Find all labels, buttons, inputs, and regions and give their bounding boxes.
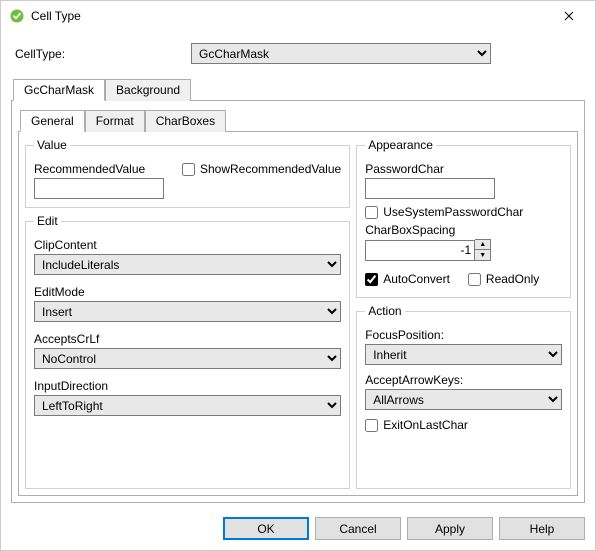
inputdirection-label: InputDirection: [34, 379, 341, 393]
tab-format[interactable]: Format: [85, 110, 145, 132]
autoconvert-label: AutoConvert: [383, 272, 450, 286]
close-button[interactable]: [551, 2, 587, 30]
tab-general[interactable]: General: [20, 110, 85, 132]
tab-gccharmask[interactable]: GcCharMask: [13, 79, 105, 101]
focusposition-label: FocusPosition:: [365, 328, 562, 342]
recommended-value-input[interactable]: [34, 178, 164, 199]
edit-legend: Edit: [34, 214, 61, 228]
passwordchar-label: PasswordChar: [365, 162, 562, 176]
action-group: Action FocusPosition: Inherit AcceptArro…: [356, 304, 571, 489]
readonly-checkbox[interactable]: ReadOnly: [468, 272, 539, 286]
right-column: Appearance PasswordChar UseSystemPasswor…: [356, 138, 571, 489]
exitonlastchar-checkbox[interactable]: ExitOnLastChar: [365, 418, 562, 432]
clipcontent-label: ClipContent: [34, 238, 341, 252]
inputdirection-select[interactable]: LeftToRight: [34, 395, 341, 416]
tab-charboxes[interactable]: CharBoxes: [145, 110, 226, 132]
value-group: Value RecommendedValue ShowRecommendedVa…: [25, 138, 350, 208]
autoconvert-checkbox[interactable]: AutoConvert: [365, 272, 450, 286]
focusposition-select[interactable]: Inherit: [365, 344, 562, 365]
outer-tabpanel: General Format CharBoxes Value Recommend…: [11, 101, 585, 503]
spin-up-icon[interactable]: ▲: [475, 240, 490, 250]
show-recommended-checkbox[interactable]: ShowRecommendedValue: [182, 162, 341, 176]
usesystempasswordchar-checkbox[interactable]: UseSystemPasswordChar: [365, 205, 562, 219]
dialog-buttons: OK Cancel Apply Help: [1, 507, 595, 550]
window-title: Cell Type: [31, 9, 551, 23]
acceptscrlf-label: AcceptsCrLf: [34, 332, 341, 346]
left-column: Value RecommendedValue ShowRecommendedVa…: [25, 138, 350, 489]
celltype-select[interactable]: GcCharMask: [191, 43, 491, 64]
editmode-select[interactable]: Insert: [34, 301, 341, 322]
charboxspacing-spinner: ▲ ▼: [365, 239, 562, 261]
edit-group: Edit ClipContent IncludeLiterals EditMod…: [25, 214, 350, 489]
readonly-label: ReadOnly: [486, 272, 539, 286]
acceptarrowkeys-select[interactable]: AllArrows: [365, 389, 562, 410]
general-panel: Value RecommendedValue ShowRecommendedVa…: [18, 132, 578, 496]
show-recommended-label: ShowRecommendedValue: [200, 162, 341, 176]
usesystempasswordchar-label: UseSystemPasswordChar: [383, 205, 523, 219]
titlebar: Cell Type: [1, 1, 595, 31]
tab-background[interactable]: Background: [105, 79, 191, 101]
cancel-button[interactable]: Cancel: [315, 517, 401, 540]
charboxspacing-input[interactable]: [365, 240, 475, 261]
exitonlastchar-label: ExitOnLastChar: [383, 418, 468, 432]
content-area: CellType: GcCharMask GcCharMask Backgrou…: [1, 31, 595, 507]
app-icon: [9, 8, 25, 24]
clipcontent-select[interactable]: IncludeLiterals: [34, 254, 341, 275]
acceptscrlf-select[interactable]: NoControl: [34, 348, 341, 369]
editmode-label: EditMode: [34, 285, 341, 299]
appearance-legend: Appearance: [365, 138, 436, 152]
recommended-value-label: RecommendedValue: [34, 162, 164, 176]
cell-type-dialog: Cell Type CellType: GcCharMask GcCharMas…: [0, 0, 596, 551]
celltype-row: CellType: GcCharMask: [11, 43, 585, 64]
passwordchar-input[interactable]: [365, 178, 495, 199]
help-button[interactable]: Help: [499, 517, 585, 540]
apply-button[interactable]: Apply: [407, 517, 493, 540]
ok-button[interactable]: OK: [223, 517, 309, 540]
charboxspacing-label: CharBoxSpacing: [365, 223, 562, 237]
acceptarrowkeys-label: AcceptArrowKeys:: [365, 373, 562, 387]
appearance-group: Appearance PasswordChar UseSystemPasswor…: [356, 138, 571, 298]
celltype-label: CellType:: [11, 47, 191, 61]
value-legend: Value: [34, 138, 70, 152]
action-legend: Action: [365, 304, 404, 318]
outer-tabs: GcCharMask Background: [11, 78, 585, 101]
spin-down-icon[interactable]: ▼: [475, 250, 490, 260]
inner-tabs: General Format CharBoxes: [18, 109, 578, 132]
